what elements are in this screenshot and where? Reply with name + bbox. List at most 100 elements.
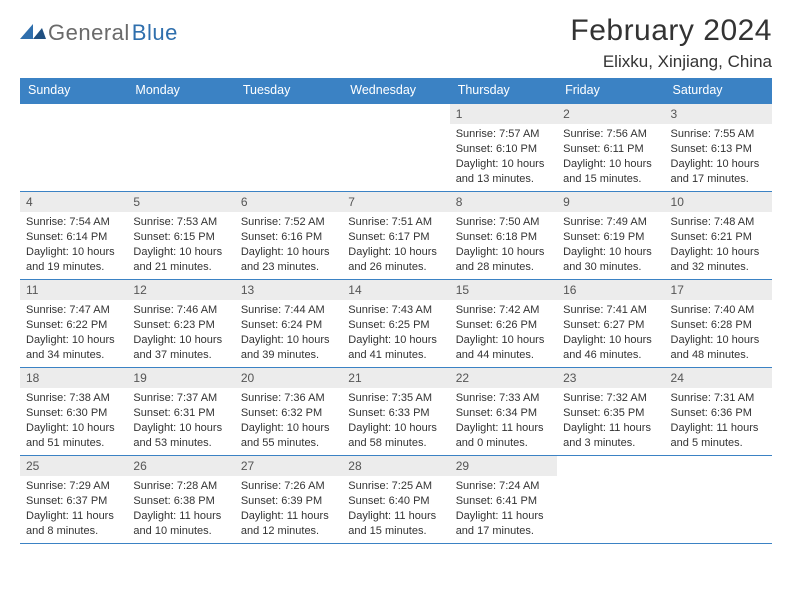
sunrise-text: Sunrise: 7:41 AM	[563, 303, 658, 318]
daylight-text: Daylight: 11 hours and 10 minutes.	[133, 509, 228, 539]
calendar-cell: 9Sunrise: 7:49 AMSunset: 6:19 PMDaylight…	[557, 192, 664, 280]
calendar-cell: 13Sunrise: 7:44 AMSunset: 6:24 PMDayligh…	[235, 280, 342, 368]
daylight-text: Daylight: 10 hours and 32 minutes.	[671, 245, 766, 275]
day-number: 27	[235, 456, 342, 476]
daylight-text: Daylight: 10 hours and 48 minutes.	[671, 333, 766, 363]
daylight-text: Daylight: 10 hours and 51 minutes.	[26, 421, 121, 451]
daylight-text: Daylight: 10 hours and 39 minutes.	[241, 333, 336, 363]
day-header: Thursday	[450, 78, 557, 104]
day-number: 26	[127, 456, 234, 476]
brand-logo: GeneralBlue	[20, 14, 178, 46]
calendar-cell: 23Sunrise: 7:32 AMSunset: 6:35 PMDayligh…	[557, 368, 664, 456]
day-number: 21	[342, 368, 449, 388]
header: GeneralBlue February 2024 Elixku, Xinjia…	[20, 14, 772, 72]
day-number: 2	[557, 104, 664, 124]
sunset-text: Sunset: 6:14 PM	[26, 230, 121, 245]
daylight-text: Daylight: 10 hours and 21 minutes.	[133, 245, 228, 275]
daylight-text: Daylight: 10 hours and 13 minutes.	[456, 157, 551, 187]
day-number: 29	[450, 456, 557, 476]
day-header: Monday	[127, 78, 234, 104]
sunset-text: Sunset: 6:41 PM	[456, 494, 551, 509]
sunrise-text: Sunrise: 7:33 AM	[456, 391, 551, 406]
sunrise-text: Sunrise: 7:46 AM	[133, 303, 228, 318]
calendar-cell: 5Sunrise: 7:53 AMSunset: 6:15 PMDaylight…	[127, 192, 234, 280]
daylight-text: Daylight: 10 hours and 15 minutes.	[563, 157, 658, 187]
sunrise-text: Sunrise: 7:43 AM	[348, 303, 443, 318]
sunrise-text: Sunrise: 7:44 AM	[241, 303, 336, 318]
day-number: 18	[20, 368, 127, 388]
day-number: 25	[20, 456, 127, 476]
day-number: 12	[127, 280, 234, 300]
day-data: Sunrise: 7:40 AMSunset: 6:28 PMDaylight:…	[665, 300, 772, 366]
day-data: Sunrise: 7:55 AMSunset: 6:13 PMDaylight:…	[665, 124, 772, 190]
sunset-text: Sunset: 6:40 PM	[348, 494, 443, 509]
calendar-cell: 4Sunrise: 7:54 AMSunset: 6:14 PMDaylight…	[20, 192, 127, 280]
calendar-cell: 11Sunrise: 7:47 AMSunset: 6:22 PMDayligh…	[20, 280, 127, 368]
calendar-cell: 24Sunrise: 7:31 AMSunset: 6:36 PMDayligh…	[665, 368, 772, 456]
calendar-cell: 7Sunrise: 7:51 AMSunset: 6:17 PMDaylight…	[342, 192, 449, 280]
day-number: 10	[665, 192, 772, 212]
daylight-text: Daylight: 10 hours and 55 minutes.	[241, 421, 336, 451]
day-number: 9	[557, 192, 664, 212]
day-data: Sunrise: 7:26 AMSunset: 6:39 PMDaylight:…	[235, 476, 342, 542]
day-number: 3	[665, 104, 772, 124]
daylight-text: Daylight: 10 hours and 34 minutes.	[26, 333, 121, 363]
day-number: 19	[127, 368, 234, 388]
sunrise-text: Sunrise: 7:37 AM	[133, 391, 228, 406]
sunrise-text: Sunrise: 7:57 AM	[456, 127, 551, 142]
sunrise-text: Sunrise: 7:52 AM	[241, 215, 336, 230]
month-title: February 2024	[570, 14, 772, 48]
daylight-text: Daylight: 10 hours and 28 minutes.	[456, 245, 551, 275]
sunrise-text: Sunrise: 7:49 AM	[563, 215, 658, 230]
calendar-cell: 21Sunrise: 7:35 AMSunset: 6:33 PMDayligh…	[342, 368, 449, 456]
daylight-text: Daylight: 11 hours and 5 minutes.	[671, 421, 766, 451]
sunrise-text: Sunrise: 7:47 AM	[26, 303, 121, 318]
sunset-text: Sunset: 6:25 PM	[348, 318, 443, 333]
daylight-text: Daylight: 10 hours and 26 minutes.	[348, 245, 443, 275]
sunset-text: Sunset: 6:18 PM	[456, 230, 551, 245]
daylight-text: Daylight: 10 hours and 46 minutes.	[563, 333, 658, 363]
day-number: 13	[235, 280, 342, 300]
day-header: Tuesday	[235, 78, 342, 104]
day-data: Sunrise: 7:24 AMSunset: 6:41 PMDaylight:…	[450, 476, 557, 542]
sunrise-text: Sunrise: 7:40 AM	[671, 303, 766, 318]
day-data: Sunrise: 7:38 AMSunset: 6:30 PMDaylight:…	[20, 388, 127, 454]
daylight-text: Daylight: 11 hours and 0 minutes.	[456, 421, 551, 451]
sunrise-text: Sunrise: 7:28 AM	[133, 479, 228, 494]
calendar-cell: 29Sunrise: 7:24 AMSunset: 6:41 PMDayligh…	[450, 456, 557, 544]
calendar-week-row: 25Sunrise: 7:29 AMSunset: 6:37 PMDayligh…	[20, 456, 772, 544]
calendar-cell: 2Sunrise: 7:56 AMSunset: 6:11 PMDaylight…	[557, 104, 664, 192]
day-data: Sunrise: 7:57 AMSunset: 6:10 PMDaylight:…	[450, 124, 557, 190]
sunrise-text: Sunrise: 7:51 AM	[348, 215, 443, 230]
calendar-cell: 16Sunrise: 7:41 AMSunset: 6:27 PMDayligh…	[557, 280, 664, 368]
daylight-text: Daylight: 10 hours and 23 minutes.	[241, 245, 336, 275]
sunrise-text: Sunrise: 7:26 AM	[241, 479, 336, 494]
day-number: 16	[557, 280, 664, 300]
sunset-text: Sunset: 6:38 PM	[133, 494, 228, 509]
day-data: Sunrise: 7:41 AMSunset: 6:27 PMDaylight:…	[557, 300, 664, 366]
calendar-cell: 25Sunrise: 7:29 AMSunset: 6:37 PMDayligh…	[20, 456, 127, 544]
sunset-text: Sunset: 6:19 PM	[563, 230, 658, 245]
day-data: Sunrise: 7:32 AMSunset: 6:35 PMDaylight:…	[557, 388, 664, 454]
calendar-cell: 17Sunrise: 7:40 AMSunset: 6:28 PMDayligh…	[665, 280, 772, 368]
daylight-text: Daylight: 10 hours and 44 minutes.	[456, 333, 551, 363]
sunset-text: Sunset: 6:39 PM	[241, 494, 336, 509]
sunrise-text: Sunrise: 7:35 AM	[348, 391, 443, 406]
sunrise-text: Sunrise: 7:25 AM	[348, 479, 443, 494]
calendar-cell: 15Sunrise: 7:42 AMSunset: 6:26 PMDayligh…	[450, 280, 557, 368]
calendar-cell: 3Sunrise: 7:55 AMSunset: 6:13 PMDaylight…	[665, 104, 772, 192]
calendar-cell: 6Sunrise: 7:52 AMSunset: 6:16 PMDaylight…	[235, 192, 342, 280]
day-data: Sunrise: 7:35 AMSunset: 6:33 PMDaylight:…	[342, 388, 449, 454]
sunset-text: Sunset: 6:30 PM	[26, 406, 121, 421]
sunset-text: Sunset: 6:26 PM	[456, 318, 551, 333]
day-data: Sunrise: 7:36 AMSunset: 6:32 PMDaylight:…	[235, 388, 342, 454]
calendar-cell: 19Sunrise: 7:37 AMSunset: 6:31 PMDayligh…	[127, 368, 234, 456]
calendar-week-row: 11Sunrise: 7:47 AMSunset: 6:22 PMDayligh…	[20, 280, 772, 368]
day-number: 7	[342, 192, 449, 212]
calendar-cell	[20, 104, 127, 192]
calendar-cell	[235, 104, 342, 192]
sunset-text: Sunset: 6:10 PM	[456, 142, 551, 157]
calendar-cell	[557, 456, 664, 544]
day-data: Sunrise: 7:53 AMSunset: 6:15 PMDaylight:…	[127, 212, 234, 278]
day-number: 28	[342, 456, 449, 476]
